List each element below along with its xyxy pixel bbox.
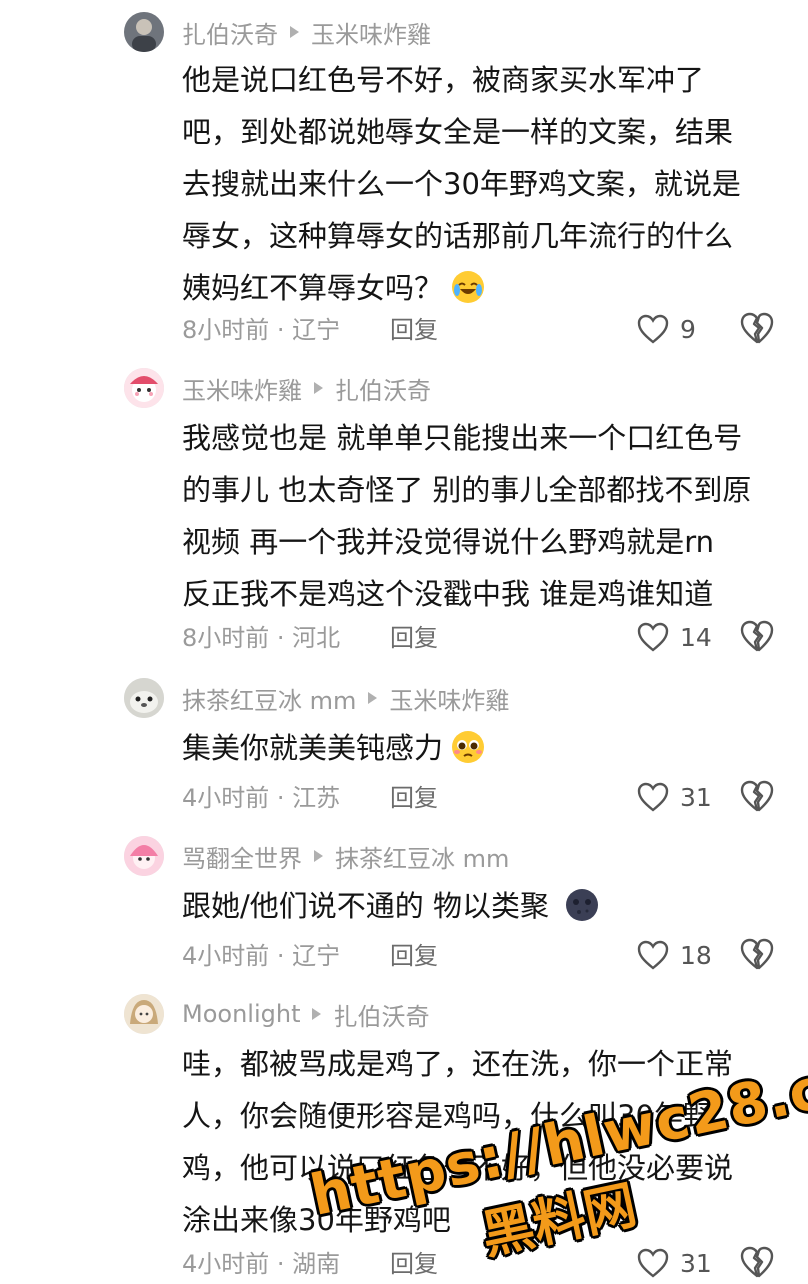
broken-heart-icon	[740, 1246, 774, 1278]
author-name[interactable]: 扎伯沃奇	[182, 15, 278, 50]
like-count: 9	[680, 315, 696, 344]
heart-icon	[637, 314, 669, 344]
reply-to-name[interactable]: 扎伯沃奇	[335, 371, 431, 406]
like-count: 31	[680, 1249, 712, 1278]
comment-meta: 扎伯沃奇 玉米味炸雞	[182, 14, 431, 50]
dislike-button[interactable]	[740, 620, 776, 656]
reply-button[interactable]: 回复	[390, 936, 438, 976]
dislike-button[interactable]	[740, 780, 776, 816]
comment-text: 我感觉也是 就单单只能搜出来一个口红色号 的事儿 也太奇怪了 别的事儿全部都找不…	[182, 421, 752, 611]
comment-meta: 玉米味炸雞 扎伯沃奇	[182, 370, 431, 406]
like-button[interactable]: 31	[622, 1246, 712, 1282]
pleading-face-icon	[452, 731, 485, 763]
dislike-button[interactable]	[740, 1246, 776, 1282]
reply-to-name[interactable]: 玉米味炸雞	[311, 15, 431, 50]
avatar[interactable]	[124, 836, 164, 876]
heart-icon	[637, 622, 669, 652]
like-button[interactable]: 9	[622, 312, 712, 348]
like-count: 14	[680, 623, 712, 652]
comment-meta: Moonlight 扎伯沃奇	[182, 996, 429, 1032]
reply-to-name[interactable]: 玉米味炸雞	[389, 681, 509, 716]
comment-footer: 8小时前 · 辽宁 回复 9	[182, 310, 782, 350]
avatar[interactable]	[124, 994, 164, 1034]
like-count: 18	[680, 941, 712, 970]
time-location: 8小时前 · 辽宁	[182, 316, 341, 344]
broken-heart-icon	[740, 938, 774, 970]
reply-arrow-icon	[312, 1008, 322, 1020]
reply-to-name[interactable]: 抹茶红豆冰 mm	[335, 839, 509, 874]
heart-icon	[637, 940, 669, 970]
like-button[interactable]: 31	[622, 780, 712, 816]
broken-heart-icon	[740, 620, 774, 652]
avatar[interactable]	[124, 678, 164, 718]
comment-footer: 4小时前 · 辽宁 回复 18	[182, 936, 782, 976]
time-location: 4小时前 · 江苏	[182, 784, 341, 812]
broken-heart-icon	[740, 780, 774, 812]
comment-text: 集美你就美美钝感力	[182, 722, 782, 774]
reply-button[interactable]: 回复	[390, 310, 438, 350]
author-name[interactable]: 抹茶红豆冰 mm	[182, 681, 356, 716]
time-location: 8小时前 · 河北	[182, 624, 341, 652]
like-button[interactable]: 18	[622, 938, 712, 974]
reply-arrow-icon	[368, 692, 378, 704]
like-count: 31	[680, 783, 712, 812]
dislike-button[interactable]	[740, 312, 776, 348]
reply-arrow-icon	[314, 382, 323, 394]
author-name[interactable]: 骂翻全世界	[182, 839, 302, 874]
time-location: 4小时前 · 辽宁	[182, 942, 341, 970]
comment-footer: 8小时前 · 河北 回复 14	[182, 618, 782, 658]
reply-button[interactable]: 回复	[390, 778, 438, 818]
author-name[interactable]: 玉米味炸雞	[182, 371, 302, 406]
reply-button[interactable]: 回复	[390, 618, 438, 658]
heart-icon	[637, 782, 669, 812]
author-name[interactable]: Moonlight	[182, 1000, 300, 1028]
comment-meta: 骂翻全世界 抹茶红豆冰 mm	[182, 838, 509, 874]
reply-arrow-icon	[314, 850, 323, 862]
heart-icon	[637, 1248, 669, 1278]
avatar[interactable]	[124, 368, 164, 408]
crying-laughing-face-icon	[452, 271, 485, 303]
comment-text: 他是说口红色号不好，被商家买水军冲了 吧，到处都说她辱女全是一样的文案，结果 去…	[182, 63, 741, 305]
time-location: 4小时前 · 湖南	[182, 1250, 341, 1278]
avatar[interactable]	[124, 12, 164, 52]
like-button[interactable]: 14	[622, 620, 712, 656]
comment-footer: 4小时前 · 江苏 回复 31	[182, 778, 782, 818]
comment-text: 跟她/他们说不通的 物以类聚	[182, 880, 782, 932]
reply-button[interactable]: 回复	[390, 1244, 438, 1284]
comment-meta: 抹茶红豆冰 mm 玉米味炸雞	[182, 680, 509, 716]
reply-arrow-icon	[290, 26, 299, 38]
comment-footer: 4小时前 · 湖南 回复 31	[182, 1244, 782, 1284]
dislike-button[interactable]	[740, 938, 776, 974]
broken-heart-icon	[740, 312, 774, 344]
new-moon-face-icon	[566, 889, 598, 921]
reply-to-name[interactable]: 扎伯沃奇	[333, 997, 429, 1032]
